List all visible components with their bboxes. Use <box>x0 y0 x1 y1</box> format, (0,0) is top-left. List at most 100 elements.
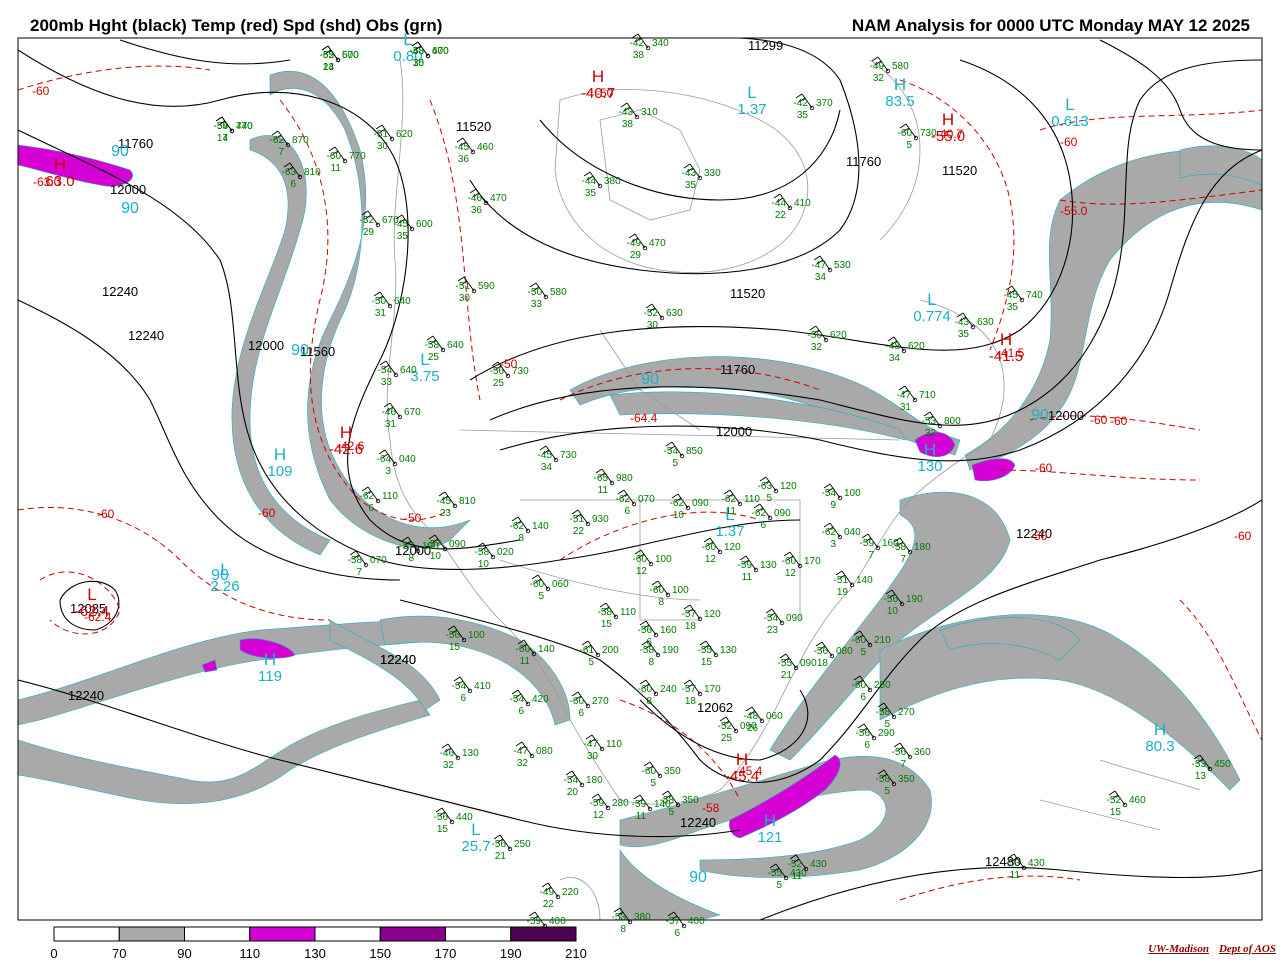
obs-height: 740 <box>1026 290 1043 301</box>
obs-height: 380 <box>634 912 651 923</box>
obs-dewpoint-depression: 25 <box>721 733 733 744</box>
obs-temperature: -48 <box>886 341 901 352</box>
obs-height: 600 <box>416 219 433 230</box>
obs-temperature: -45 <box>538 450 553 461</box>
obs-temperature: -64 <box>377 454 392 465</box>
obs-height: 930 <box>592 514 609 525</box>
obs-temperature: -58 <box>660 795 675 806</box>
obs-height: 130 <box>760 560 777 571</box>
obs-height: 270 <box>592 696 609 707</box>
weather-map: 1176012000122401224012000115201129911520… <box>17 30 1263 939</box>
temperature-contour-label: -60 <box>32 84 50 98</box>
obs-temperature: -52 <box>360 215 375 226</box>
obs-height: 630 <box>977 317 994 328</box>
temperature-contour-label: -64.4 <box>630 411 658 425</box>
obs-temperature: -60 <box>530 579 545 590</box>
obs-dewpoint-depression: 10 <box>530 928 542 939</box>
obs-height: 410 <box>474 681 491 692</box>
obs-temperature: -54 <box>822 488 837 499</box>
center-value: 63.0 <box>45 173 74 190</box>
speed-contour-label: 90 <box>111 143 129 160</box>
obs-dewpoint-depression: 9 <box>830 500 836 511</box>
obs-height: 350 <box>682 795 699 806</box>
height-contour-label: 12000 <box>110 182 146 197</box>
obs-dewpoint-depression: 7 <box>868 550 874 561</box>
obs-dewpoint-depression: 6 <box>518 706 524 717</box>
obs-height: 850 <box>686 446 703 457</box>
obs-temperature: -62 <box>510 521 525 532</box>
center-letter: L <box>747 83 756 102</box>
obs-dewpoint-depression: 5 <box>668 807 674 818</box>
obs-height: 140 <box>856 575 873 586</box>
obs-dewpoint-depression: 23 <box>767 625 779 636</box>
obs-height: 500 <box>342 50 359 61</box>
obs-dewpoint-depression: 35 <box>585 188 597 199</box>
obs-temperature: -51 <box>570 514 585 525</box>
obs-dewpoint-depression: 31 <box>385 419 397 430</box>
obs-dewpoint-depression: 18 <box>685 696 697 707</box>
obs-height: 060 <box>766 711 783 722</box>
obs-dewpoint-depression: 3 <box>385 466 391 477</box>
obs-dewpoint-depression: 30 <box>587 751 599 762</box>
obs-height: 220 <box>562 887 579 898</box>
obs-dewpoint-depression: 8 <box>646 696 652 707</box>
obs-temperature: -58 <box>598 607 613 618</box>
obs-temperature: -57 <box>400 541 415 552</box>
obs-temperature: -58 <box>892 542 907 553</box>
obs-dewpoint-depression: 15 <box>437 824 449 835</box>
obs-dewpoint-depression: 5 <box>860 647 866 658</box>
temperature-contour-label: -50 <box>1030 529 1048 543</box>
obs-height: 630 <box>666 308 683 319</box>
obs-height: 240 <box>660 684 677 695</box>
obs-dewpoint-depression: 34 <box>541 462 553 473</box>
obs-temperature: -62 <box>822 527 837 538</box>
height-contour-label: 12000 <box>1048 408 1084 423</box>
obs-temperature: -47 <box>514 746 529 757</box>
obs-height: 290 <box>878 728 895 739</box>
obs-temperature: -57 <box>666 916 681 927</box>
height-contour-label: 12000 <box>248 338 284 353</box>
obs-dewpoint-depression: 35 <box>797 110 809 121</box>
obs-dewpoint-depression: 19 <box>837 587 849 598</box>
speed-contour-label: 90 <box>291 342 309 359</box>
obs-dewpoint-depression: 6 <box>368 503 374 514</box>
center-value: -62.4 <box>75 603 109 620</box>
obs-temperature: -56 <box>638 625 653 636</box>
obs-height: 250 <box>874 680 891 691</box>
obs-height: 110 <box>744 494 760 505</box>
obs-temperature: -49 <box>627 238 642 249</box>
obs-temperature: -56 <box>884 594 899 605</box>
obs-dewpoint-depression: 11 <box>726 506 737 517</box>
center-value: 83.5 <box>885 93 914 110</box>
obs-dewpoint-depression: 8 <box>658 597 664 608</box>
obs-height: 640 <box>447 340 464 351</box>
obs-height: 060 <box>552 579 569 590</box>
obs-dewpoint-depression: 3 <box>830 539 836 550</box>
obs-height: 040 <box>844 527 861 538</box>
center-letter: H <box>764 811 776 830</box>
obs-temperature: -51 <box>456 281 471 292</box>
height-contour-label: 12240 <box>128 328 164 343</box>
obs-temperature: -59 <box>527 916 542 927</box>
obs-height: 340 <box>652 38 669 49</box>
obs-temperature: -42 <box>794 98 809 109</box>
obs-dewpoint-depression: 11 <box>598 485 609 496</box>
obs-temperature: -58 <box>475 547 490 558</box>
obs-temperature: -62 <box>270 135 285 146</box>
obs-dewpoint-depression: 7 <box>900 554 906 565</box>
obs-temperature: -60 <box>570 696 585 707</box>
obs-dewpoint-depression: 11 <box>742 572 753 583</box>
obs-height: 170 <box>704 684 721 695</box>
obs-temperature: -46 <box>468 193 483 204</box>
obs-temperature: -62 <box>670 498 685 509</box>
temperature-contour-label: -50 <box>404 511 422 525</box>
obs-dewpoint-depression: 36 <box>471 205 483 216</box>
obs-temperature: -52 <box>644 308 659 319</box>
obs-temperature: -56 <box>814 646 829 657</box>
obs-temperature: -47 <box>897 390 912 401</box>
obs-height: 100 <box>844 488 861 499</box>
obs-dewpoint-depression: 21 <box>495 851 507 862</box>
obs-dewpoint-depression: 22 <box>775 210 787 221</box>
obs-height: 120 <box>724 542 741 553</box>
obs-height: 180 <box>914 542 931 553</box>
